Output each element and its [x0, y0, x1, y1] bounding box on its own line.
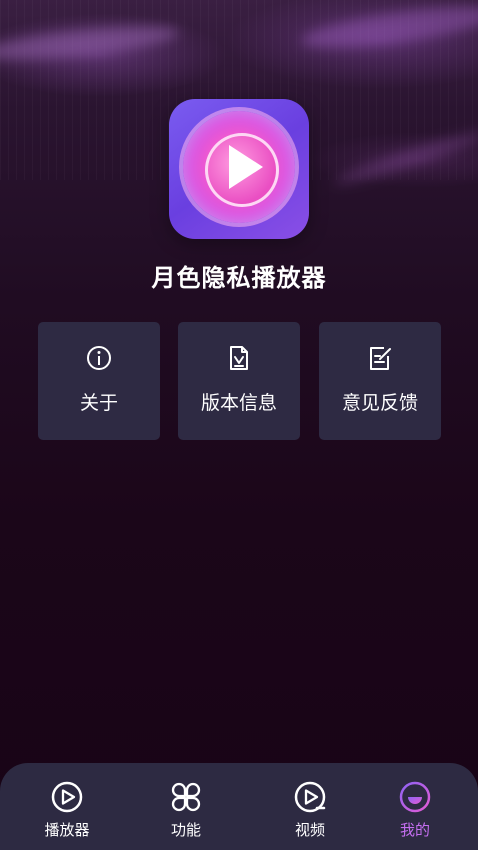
tab-functions-label: 功能 [170, 821, 201, 839]
video-play-icon [294, 781, 326, 813]
play-icon [229, 145, 263, 189]
app-title: 月色隐私播放器 [151, 264, 327, 292]
logo-ring [183, 111, 295, 223]
tab-mine[interactable]: 我的 [365, 763, 465, 850]
tab-video[interactable]: 视频 [260, 763, 360, 850]
version-info-card[interactable]: 版本信息 [178, 322, 300, 440]
tab-functions[interactable]: 功能 [136, 763, 236, 850]
play-circle-icon [51, 781, 83, 813]
info-icon [87, 346, 111, 370]
feedback-card[interactable]: 意见反馈 [319, 322, 441, 440]
profile-smile-icon [399, 781, 431, 813]
version-doc-icon [230, 346, 248, 370]
four-loops-icon [171, 782, 201, 812]
app-logo [169, 99, 309, 239]
tab-player-label: 播放器 [44, 821, 90, 839]
about-label: 关于 [79, 392, 118, 414]
feedback-label: 意见反馈 [341, 392, 418, 414]
tab-video-label: 视频 [294, 821, 325, 839]
version-info-label: 版本信息 [200, 392, 277, 414]
tab-player[interactable]: 播放器 [17, 763, 117, 850]
tab-mine-label: 我的 [399, 821, 430, 839]
bottom-tab-bar: 播放器 功能 视频 我的 [0, 763, 478, 850]
feedback-edit-icon [370, 347, 391, 370]
about-card[interactable]: 关于 [38, 322, 160, 440]
